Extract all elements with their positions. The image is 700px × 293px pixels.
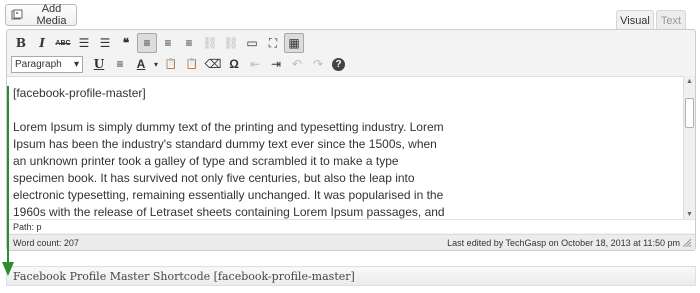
editor-scrollbar[interactable]: ▲ ▼: [683, 76, 695, 219]
path-bar: Path: p: [7, 219, 695, 233]
bullet-list-button[interactable]: ☰: [74, 33, 94, 53]
shortcode-metabox-header[interactable]: Facebook Profile Master Shortcode [faceb…: [6, 266, 696, 286]
format-select[interactable]: Paragraph ▾: [11, 55, 83, 73]
format-select-value: Paragraph: [15, 58, 62, 70]
undo-button[interactable]: ↶: [287, 54, 307, 74]
last-edited: Last edited by TechGasp on October 18, 2…: [447, 237, 680, 248]
scroll-up-icon[interactable]: ▲: [684, 76, 695, 86]
justify-button[interactable]: ≡: [110, 54, 130, 74]
clear-formatting-button[interactable]: ⌫: [203, 54, 223, 74]
underline-button[interactable]: U: [89, 54, 109, 74]
fullscreen-button[interactable]: ⛶: [263, 33, 283, 53]
add-media-button[interactable]: Add Media: [5, 3, 77, 27]
text-color-button[interactable]: A: [131, 54, 151, 74]
add-media-label: Add Media: [36, 3, 67, 27]
italic-button[interactable]: I: [32, 33, 52, 53]
bold-button[interactable]: B: [11, 33, 31, 53]
last-edited-wrap: Last edited by TechGasp on October 18, 2…: [447, 237, 692, 248]
insert-more-button[interactable]: ▭: [242, 33, 262, 53]
tab-visual[interactable]: Visual: [616, 10, 654, 30]
paste-text-button[interactable]: 📋: [161, 54, 181, 74]
status-bar: Word count: 207 Last edited by TechGasp …: [7, 234, 695, 250]
align-center-button[interactable]: ≡: [158, 33, 178, 53]
text-color-chevron-icon[interactable]: ▾: [152, 54, 160, 74]
lorem-paragraph: Lorem Ipsum is simply dummy text of the …: [13, 120, 445, 219]
strikethrough-button[interactable]: ABC: [53, 33, 73, 53]
word-count: Word count: 207: [13, 237, 79, 248]
scroll-thumb[interactable]: [685, 98, 694, 128]
special-character-button[interactable]: Ω: [224, 54, 244, 74]
toolbar-row-1: B I ABC ☰ ☰ ❝ ≡ ≡ ≡ ⛓ ⛓ ▭ ⛶ ▦: [11, 32, 305, 54]
align-right-button[interactable]: ≡: [179, 33, 199, 53]
annotation-arrow-icon: [2, 86, 14, 276]
indent-button[interactable]: ⇥: [266, 54, 286, 74]
align-left-button[interactable]: ≡: [137, 33, 157, 53]
paste-word-button[interactable]: 📋: [182, 54, 202, 74]
scroll-down-icon[interactable]: ▼: [684, 209, 695, 219]
redo-button[interactable]: ↷: [308, 54, 328, 74]
kitchen-sink-button[interactable]: ▦: [284, 33, 304, 53]
editor-content[interactable]: [facebook-profile-master] Lorem Ipsum is…: [7, 76, 685, 219]
resize-grip-icon[interactable]: [682, 238, 692, 247]
toolbar-row-2: Paragraph ▾ U ≡ A ▾ 📋 📋 ⌫ Ω ⇤ ⇥ ↶ ↷ ?: [11, 53, 346, 75]
media-icon: [11, 9, 23, 21]
blockquote-button[interactable]: ❝: [116, 33, 136, 53]
outdent-button[interactable]: ⇤: [245, 54, 265, 74]
tab-text[interactable]: Text: [656, 10, 686, 30]
help-button[interactable]: ?: [332, 57, 345, 71]
remove-link-button[interactable]: ⛓: [221, 33, 241, 53]
chevron-down-icon: ▾: [73, 58, 79, 70]
post-editor-screen: Add Media Visual Text B I ABC ☰ ☰ ❝ ≡ ≡ …: [0, 0, 700, 293]
editor-frame: B I ABC ☰ ☰ ❝ ≡ ≡ ≡ ⛓ ⛓ ▭ ⛶ ▦ Paragraph …: [6, 29, 696, 251]
insert-link-button[interactable]: ⛓: [200, 33, 220, 53]
shortcode-line: [facebook-profile-master]: [13, 86, 146, 100]
numbered-list-button[interactable]: ☰: [95, 33, 115, 53]
